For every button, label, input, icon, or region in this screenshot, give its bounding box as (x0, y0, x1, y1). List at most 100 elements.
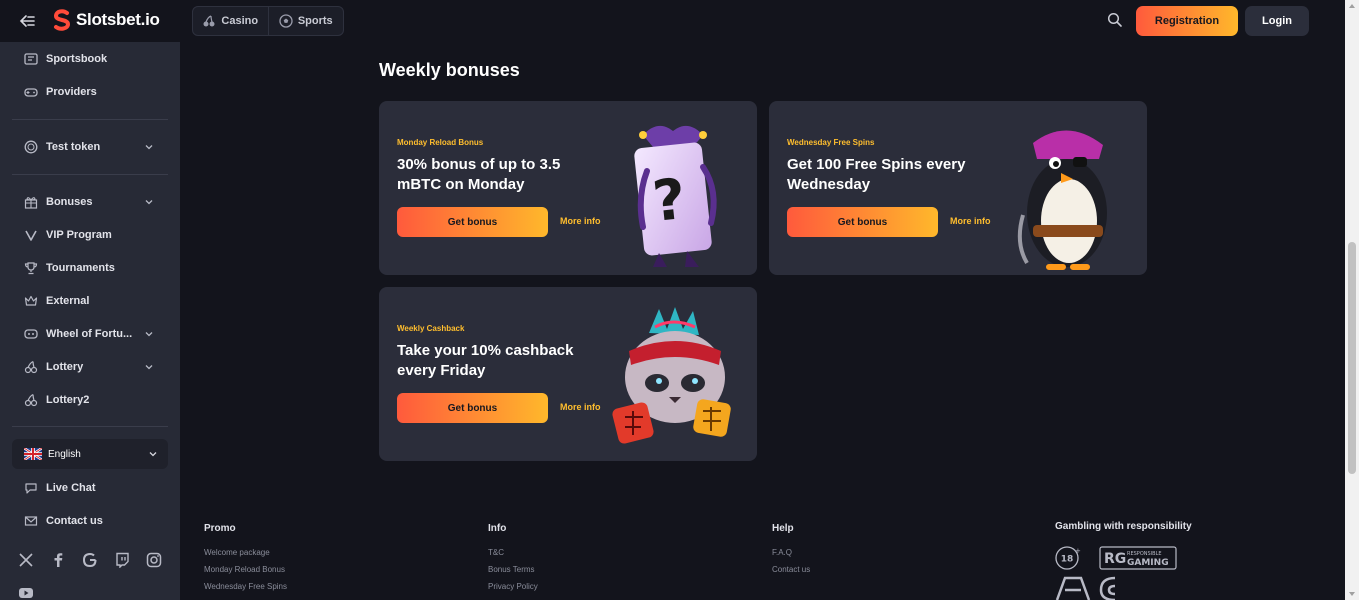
sidebar-item-vip-program[interactable]: VIP Program (24, 225, 164, 245)
get-bonus-button[interactable]: Get bonus (397, 207, 548, 237)
sidebar-divider (12, 119, 168, 120)
bonus-title: 30% bonus of up to 3.5 mBTC on Monday (397, 156, 561, 193)
tab-casino-label: Casino (221, 15, 259, 27)
sidebar-item-label: Sportsbook (46, 53, 108, 65)
more-info-link[interactable]: More info (950, 216, 991, 226)
google-icon[interactable] (82, 552, 98, 568)
more-info-link[interactable]: More info (560, 216, 601, 226)
bonus-tag: Weekly Cashback (397, 324, 465, 333)
twitch-icon[interactable] (114, 552, 130, 568)
sidebar-item-tournaments[interactable]: Tournaments (24, 258, 164, 278)
mail-icon (24, 516, 38, 526)
chevron-down-icon (145, 200, 153, 205)
footer-link[interactable]: T&C (488, 548, 538, 557)
sidebar: Sportsbook Providers Test token Bonuses … (0, 42, 180, 600)
token-icon (24, 140, 38, 154)
login-button[interactable]: Login (1245, 6, 1309, 36)
trophy-icon (24, 262, 38, 275)
language-label: English (48, 448, 81, 460)
logo-mark-icon (53, 9, 71, 31)
cherries-icon (203, 15, 215, 27)
footer-link[interactable]: Welcome package (204, 548, 287, 557)
responsible-gaming-badges: 18 + RG RESPONSIBLE GAMING (1055, 546, 1177, 600)
footer-column-promo: Promo Welcome package Monday Reload Bonu… (204, 523, 287, 599)
vip-icon (25, 230, 37, 241)
logo-text: Slotsbet.io (76, 10, 160, 29)
tab-sports[interactable]: Sports (267, 7, 344, 35)
sidebar-item-external[interactable]: External (24, 291, 164, 311)
tiger-dice-illustration (612, 307, 731, 444)
mode-switch: Casino Sports (192, 6, 344, 36)
live-chat-link[interactable]: Live Chat (24, 478, 164, 498)
scroll-up-arrow-icon[interactable] (1349, 4, 1355, 8)
sidebar-item-test-token[interactable]: Test token (24, 137, 164, 157)
gamcare-icon (1055, 576, 1091, 600)
sidebar-item-lottery2[interactable]: Lottery2 (24, 390, 164, 410)
chevron-down-icon (145, 332, 153, 337)
footer-column-help: Help F.A.Q Contact us (772, 523, 810, 582)
footer-link[interactable]: Contact us (772, 565, 810, 574)
footer-responsibility: Gambling with responsibility (1055, 521, 1192, 546)
sidebar-item-label: Live Chat (46, 482, 96, 494)
joker-card-illustration: ? (634, 125, 717, 267)
sidebar-item-label: Wheel of Fortu... (46, 328, 133, 340)
page-title: Weekly bonuses (379, 60, 520, 80)
footer-link[interactable]: Wednesday Free Spins (204, 582, 287, 591)
instagram-icon[interactable] (146, 552, 162, 568)
language-selector[interactable]: English (12, 439, 168, 469)
chevron-down-icon (149, 452, 157, 457)
footer-link[interactable]: Monday Reload Bonus (204, 565, 287, 574)
bonus-card-cashback: Weekly Cashback Take your 10% cashback e… (379, 287, 757, 461)
site-logo[interactable]: Slotsbet.io (52, 9, 160, 31)
collapse-menu-icon[interactable] (18, 12, 36, 30)
tab-casino[interactable]: Casino (193, 7, 268, 35)
footer-link[interactable]: F.A.Q (772, 548, 810, 557)
cherries-icon (24, 393, 38, 407)
sidebar-item-label: Contact us (46, 515, 103, 527)
scrollbar-thumb[interactable] (1348, 242, 1356, 474)
footer-link[interactable]: Privacy Policy (488, 582, 538, 591)
wheel-icon (24, 329, 38, 339)
bonus-card-monday: Monday Reload Bonus 30% bonus of up to 3… (379, 101, 757, 275)
sidebar-item-lottery[interactable]: Lottery (24, 357, 164, 377)
get-bonus-button[interactable]: Get bonus (787, 207, 938, 237)
footer-column-title: Promo (204, 523, 236, 534)
facebook-icon[interactable] (50, 552, 66, 568)
sidebar-item-label: Providers (46, 86, 97, 98)
responsibility-title: Gambling with responsibility (1055, 521, 1192, 532)
search-icon[interactable] (1107, 12, 1123, 28)
sidebar-item-label: Test token (46, 141, 101, 153)
sportsbook-icon (24, 53, 38, 65)
gambling-commission-icon (1099, 576, 1116, 600)
page-scrollbar[interactable] (1345, 0, 1359, 600)
rg-badge-big: GAMING (1127, 558, 1169, 568)
svg-text:RG: RG (1104, 551, 1126, 567)
footer-link[interactable]: Bonus Terms (488, 565, 538, 574)
sidebar-divider (12, 174, 168, 175)
youtube-icon[interactable] (18, 586, 34, 600)
contact-us-link[interactable]: Contact us (24, 511, 164, 531)
more-info-link[interactable]: More info (560, 402, 601, 412)
rg-badge-small: RESPONSIBLE (1127, 551, 1162, 557)
sidebar-item-label: Bonuses (46, 196, 93, 208)
registration-button[interactable]: Registration (1136, 6, 1238, 36)
sidebar-item-wheel-of-fortune[interactable]: Wheel of Fortu... (24, 324, 164, 344)
footer-column-info: Info T&C Bonus Terms Privacy Policy (488, 523, 538, 599)
bonus-title: Get 100 Free Spins every Wednesday (787, 156, 966, 193)
bonus-tag: Monday Reload Bonus (397, 138, 484, 147)
cherries-icon (24, 360, 38, 374)
sidebar-item-label: Lottery (46, 361, 84, 373)
sidebar-item-sportsbook[interactable]: Sportsbook (24, 49, 164, 69)
sidebar-item-providers[interactable]: Providers (24, 82, 164, 102)
get-bonus-button[interactable]: Get bonus (397, 393, 548, 423)
sidebar-item-label: External (46, 295, 90, 307)
social-links (18, 552, 162, 568)
uk-flag-icon (24, 448, 42, 460)
sidebar-item-bonuses[interactable]: Bonuses (24, 192, 164, 212)
sidebar-item-label: VIP Program (46, 229, 112, 241)
scroll-down-arrow-icon[interactable] (1349, 592, 1355, 596)
footer-column-title: Info (488, 523, 507, 534)
pirate-penguin-illustration (1017, 130, 1107, 270)
x-icon[interactable] (18, 552, 34, 568)
footer-column-title: Help (772, 523, 794, 534)
